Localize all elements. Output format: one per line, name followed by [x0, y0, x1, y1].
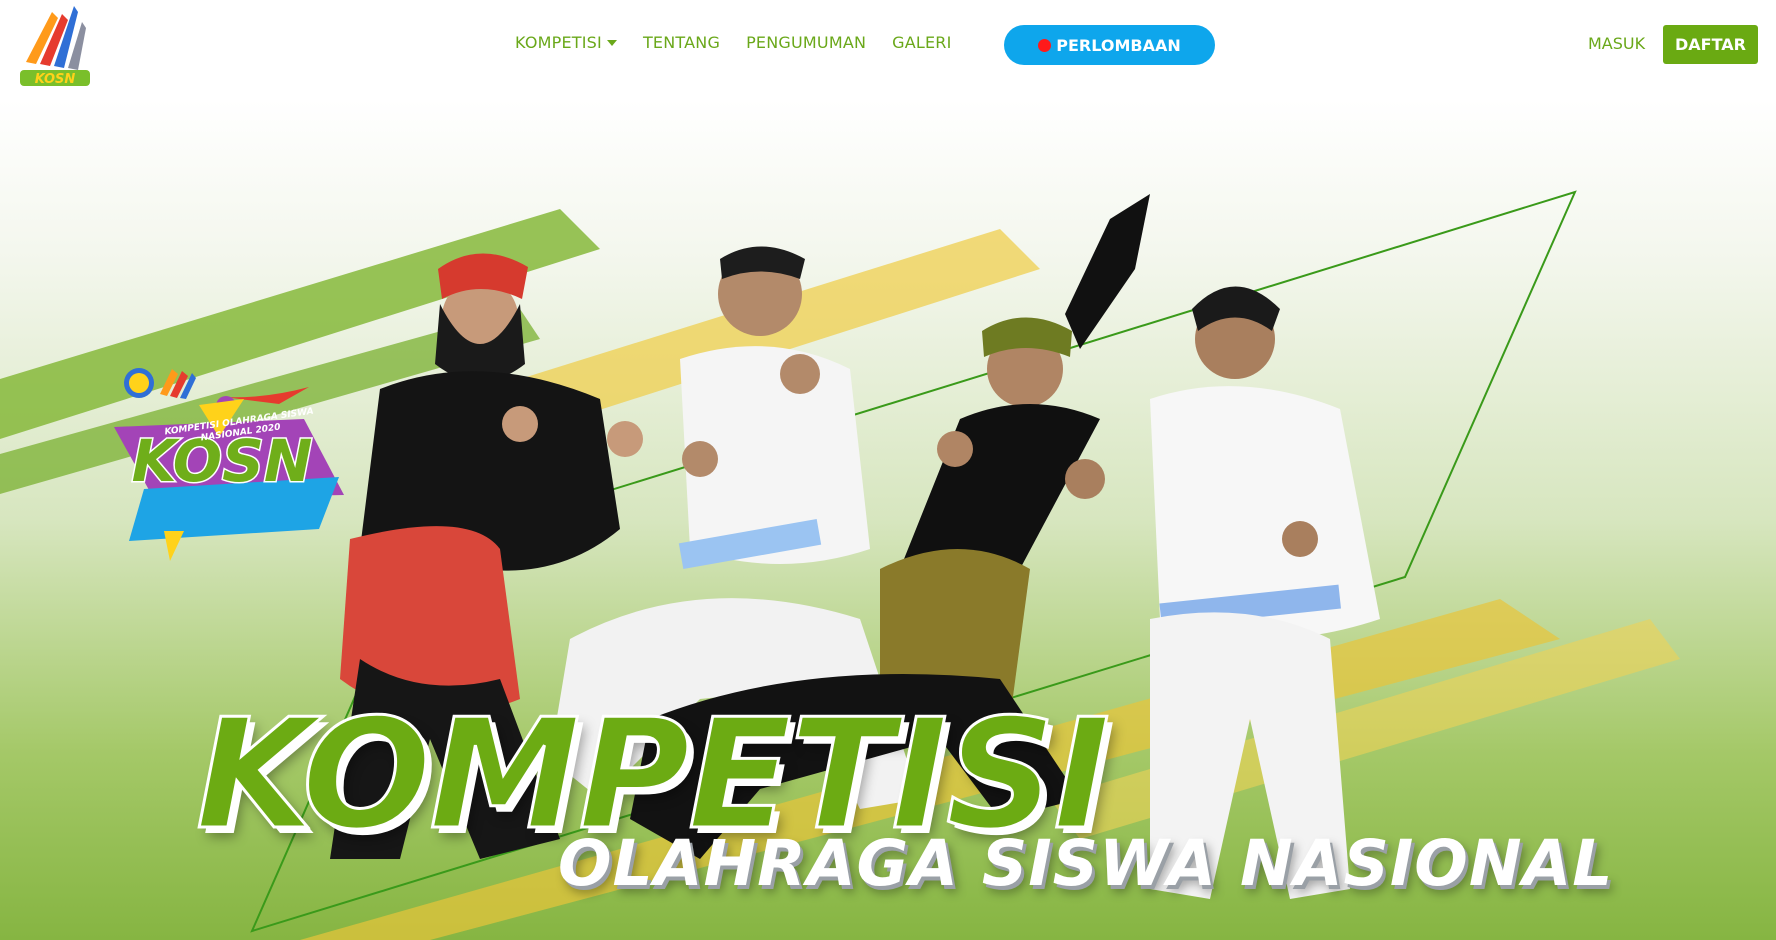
nav-link-kompetisi[interactable]: KOMPETISI: [515, 33, 617, 52]
nav-link-pengumuman-label: PENGUMUMAN: [746, 33, 867, 52]
hero-subtitle: OLAHRAGA SISWA NASIONAL: [558, 827, 1614, 900]
live-dot-icon: [1038, 38, 1052, 52]
nav-link-tentang-label: TENTANG: [642, 33, 721, 52]
hero-banner: KOSN KOMPETISI OLAHRAGA SISWA NASIONAL 2…: [0, 99, 1776, 940]
nav-link-galeri-label: GALERI: [892, 33, 952, 52]
main-nav: KOMPETISI TENTANG PENGUMUMAN GALERI: [515, 33, 978, 52]
login-link[interactable]: MASUK: [1588, 34, 1645, 53]
perlombaan-live-button[interactable]: PERLOMBAAN: [1004, 25, 1215, 65]
nav-link-galeri[interactable]: GALERI: [892, 33, 951, 52]
perlombaan-label: PERLOMBAAN: [1056, 35, 1181, 55]
top-navbar: KOSN KOMPETISI TENTANG PENGUMUMAN GALERI…: [0, 0, 1776, 99]
chevron-down-icon: [606, 39, 617, 46]
nav-link-tentang[interactable]: TENTANG: [643, 33, 720, 52]
kosn-logo-mark: KOSN: [20, 6, 90, 87]
nav-link-kompetisi-label: KOMPETISI: [515, 33, 602, 52]
nav-link-pengumuman[interactable]: PENGUMUMAN: [746, 33, 866, 52]
kosn-logo[interactable]: KOSN: [18, 0, 92, 88]
kosn-logo-text: KOSN: [35, 72, 76, 87]
register-button[interactable]: DAFTAR: [1663, 25, 1758, 64]
